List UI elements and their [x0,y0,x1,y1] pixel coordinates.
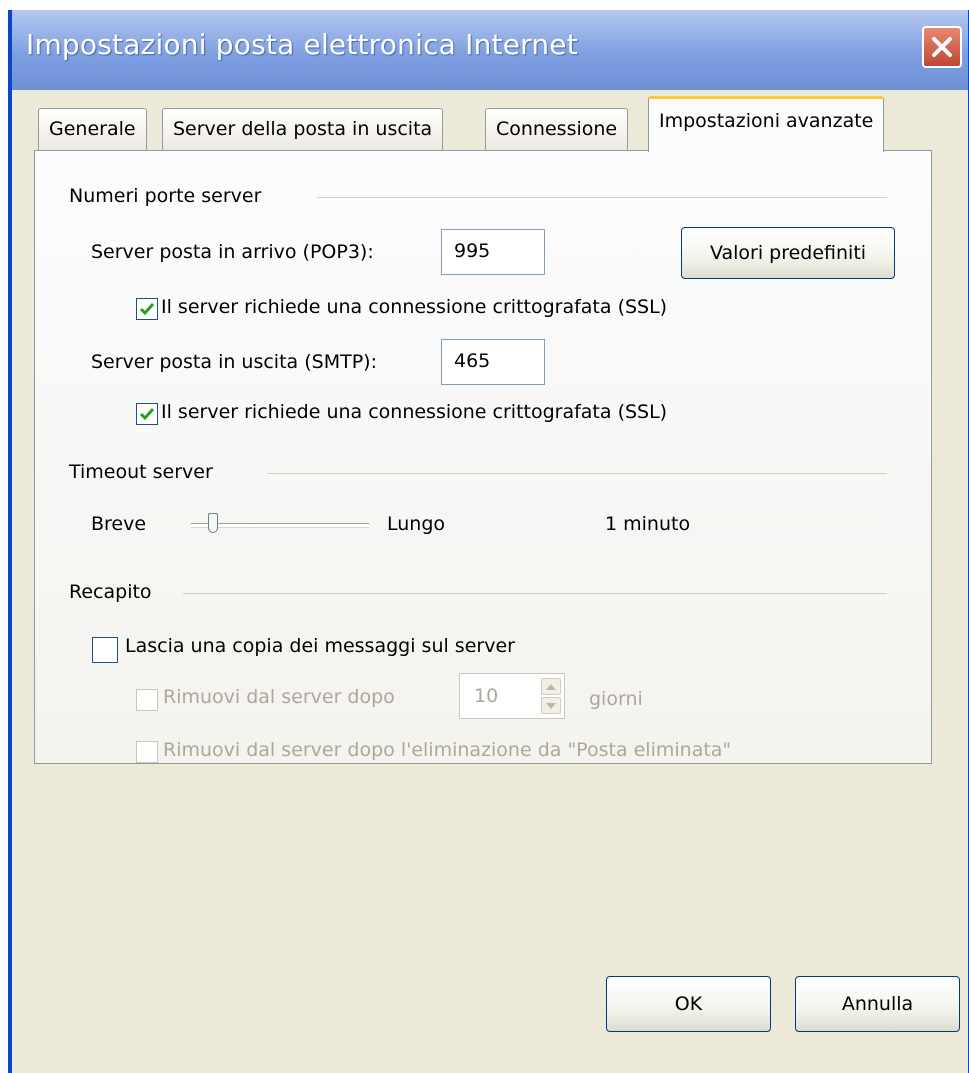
leave-copy-label: Lascia una copia dei messaggi sul server [125,635,515,657]
group-divider [317,197,887,198]
spin-up-button[interactable] [541,678,561,695]
tab-label: Impostazioni avanzate [659,110,874,132]
arrow-down-icon [546,702,556,709]
ports-group-label: Numeri porte server [69,185,262,207]
leave-copy-checkbox[interactable] [92,637,118,663]
checkmark-icon [139,408,155,421]
tab-advanced-settings[interactable]: Impostazioni avanzate [648,96,885,152]
group-divider [183,593,887,594]
close-button[interactable] [922,26,962,68]
checkmark-icon [139,303,155,316]
tab-connection[interactable]: Connessione [485,108,629,150]
tab-generale[interactable]: Generale [38,108,147,150]
remove-after-days-spinner[interactable]: 10 [459,673,565,719]
slider-thumb[interactable] [208,513,218,533]
tab-label: Connessione [496,118,618,140]
tab-outgoing-server[interactable]: Server della posta in uscita [162,108,444,150]
close-icon [932,37,952,57]
title-bar[interactable]: Impostazioni posta elettronica Internet [12,10,968,90]
window-title: Impostazioni posta elettronica Internet [26,28,578,61]
incoming-ssl-label: Il server richiede una connessione critt… [161,296,668,318]
timeout-short-label: Breve [91,513,147,535]
remove-deleted-checkbox[interactable] [136,741,158,763]
timeout-group-label: Timeout server [69,461,213,483]
default-values-button[interactable]: Valori predefiniti [681,227,895,279]
ok-label: OK [674,993,703,1015]
group-divider [267,473,887,474]
remove-after-checkbox[interactable] [136,689,158,711]
outgoing-ssl-label: Il server richiede una connessione critt… [161,401,668,423]
incoming-ssl-checkbox[interactable] [136,298,158,320]
tab-label: Generale [49,118,136,140]
incoming-port-value: 995 [454,240,491,262]
cancel-button[interactable]: Annulla [795,976,960,1032]
arrow-up-icon [546,683,556,690]
default-values-label: Valori predefiniti [709,242,867,264]
ok-button[interactable]: OK [606,976,771,1032]
tab-panel-advanced: Numeri porte server Server posta in arri… [34,150,932,764]
timeout-long-label: Lungo [387,513,446,535]
remove-after-label: Rimuovi dal server dopo [163,686,395,708]
tab-label: Server della posta in uscita [173,118,433,140]
outgoing-ssl-checkbox[interactable] [136,403,158,425]
timeout-slider[interactable] [191,513,371,539]
incoming-port-label: Server posta in arrivo (POP3): [91,241,374,263]
delivery-group-label: Recapito [69,581,152,603]
outgoing-port-label: Server posta in uscita (SMTP): [91,351,377,373]
outgoing-port-value: 465 [454,350,491,372]
cancel-label: Annulla [841,993,914,1015]
outgoing-port-input[interactable]: 465 [441,339,545,385]
timeout-value: 1 minuto [605,513,691,535]
dialog-window: Impostazioni posta elettronica Internet … [8,10,969,1073]
spin-down-button[interactable] [541,697,561,714]
incoming-port-input[interactable]: 995 [441,229,545,275]
remove-after-days-value: 10 [474,685,499,707]
remove-deleted-label: Rimuovi dal server dopo l'eliminazione d… [163,739,732,761]
days-label: giorni [589,688,643,710]
